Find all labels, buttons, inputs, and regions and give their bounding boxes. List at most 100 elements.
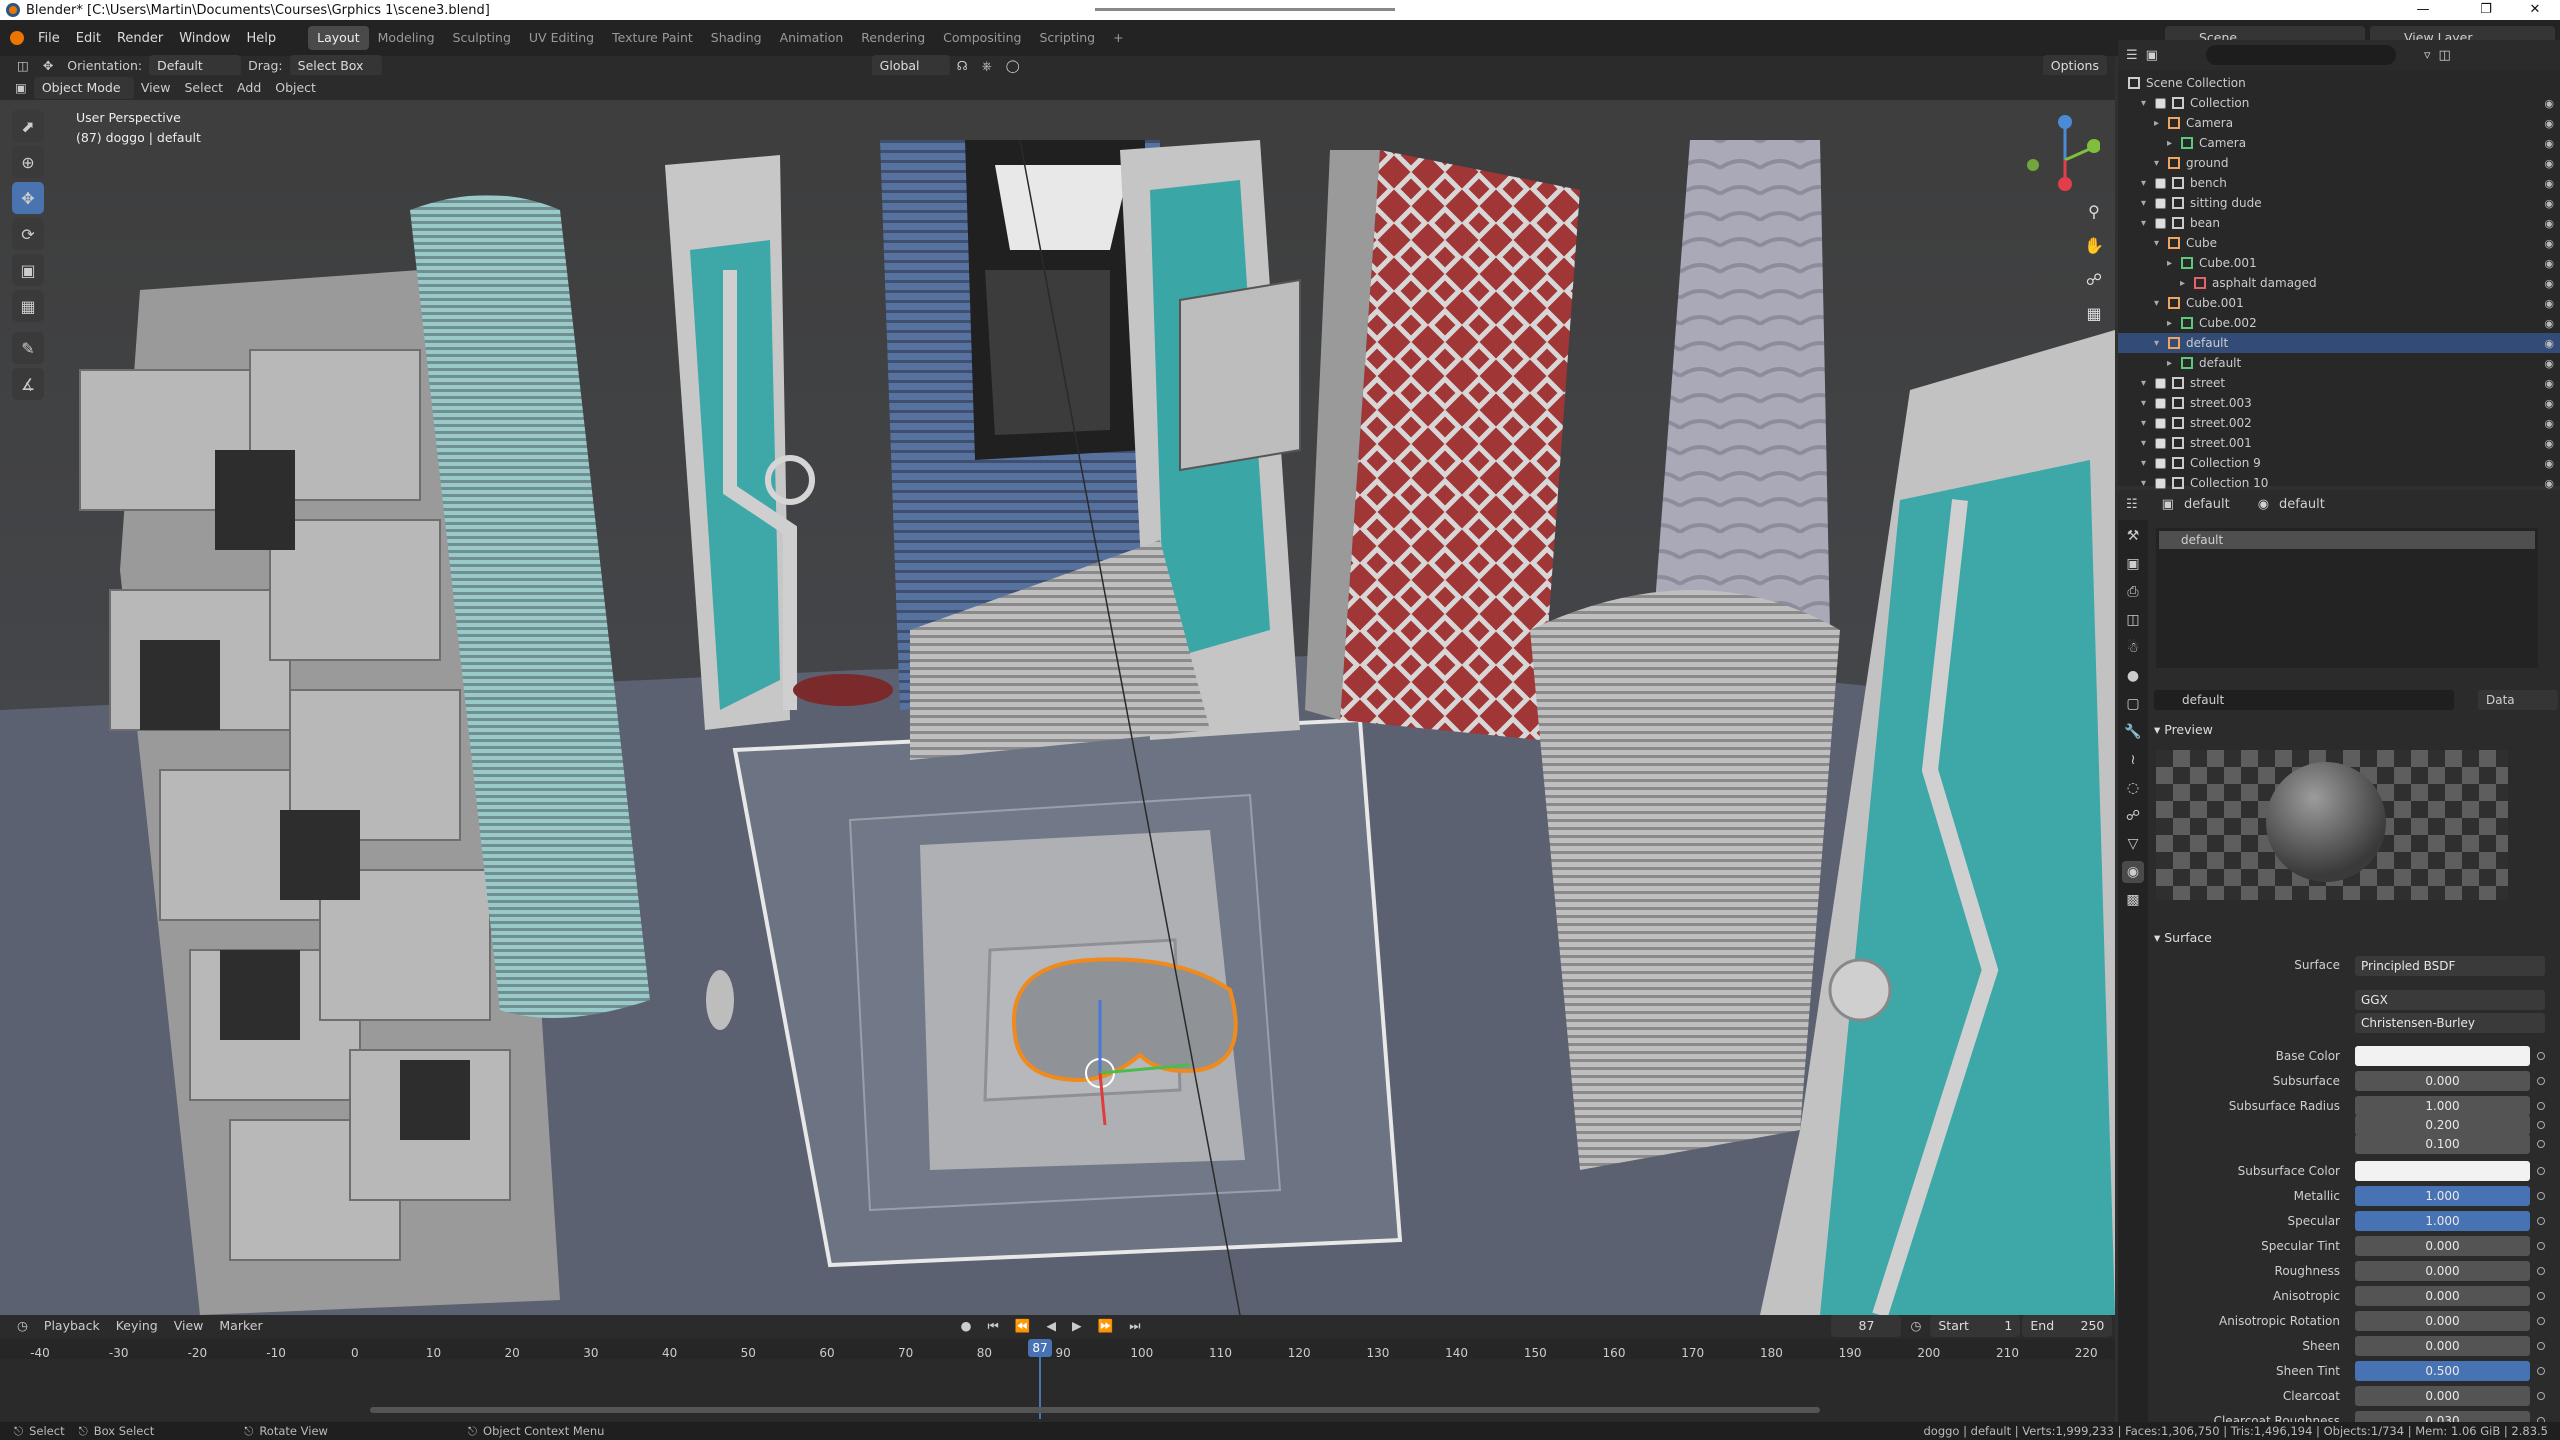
tab-scripting[interactable]: Scripting — [1031, 26, 1105, 50]
expand-toggle-icon[interactable]: ▾ — [2141, 438, 2151, 449]
zoom-icon[interactable]: ⚲ — [2080, 195, 2108, 229]
scale-tool-icon[interactable]: ▣ — [12, 254, 44, 286]
object-tab-icon[interactable]: ▢ — [2122, 693, 2144, 715]
select-tool-icon[interactable]: ⬈ — [12, 110, 44, 142]
expand-toggle-icon[interactable]: ▸ — [2180, 278, 2190, 289]
exclude-checkbox[interactable] — [2155, 397, 2166, 409]
expand-toggle-icon[interactable]: ▾ — [2154, 298, 2164, 309]
visibility-eye-icon[interactable]: ◉ — [2544, 377, 2554, 390]
visibility-eye-icon[interactable]: ◉ — [2544, 257, 2554, 270]
world-tab-icon[interactable]: ● — [2122, 665, 2144, 687]
outliner-row[interactable]: ▸ default ◉ — [2118, 353, 2560, 373]
visibility-eye-icon[interactable]: ◉ — [2544, 397, 2554, 410]
expand-toggle-icon[interactable]: ▾ — [2141, 178, 2151, 189]
outliner-row[interactable]: ▾ bench ◉ — [2118, 173, 2560, 193]
outliner-row[interactable]: ▾ street ◉ — [2118, 373, 2560, 393]
outliner-row[interactable]: ▾ Collection 9 ◉ — [2118, 453, 2560, 473]
property-field[interactable]: 0.200 — [2355, 1115, 2530, 1135]
outliner-row[interactable]: ▾ Cube ◉ — [2118, 233, 2560, 253]
socket-dot-icon[interactable] — [2537, 1342, 2545, 1350]
outliner-editor-icon[interactable]: ☰ — [2126, 48, 2138, 63]
play-reverse-icon[interactable]: ◀ — [1039, 1315, 1063, 1337]
expand-toggle-icon[interactable]: ▾ — [2141, 398, 2151, 409]
property-field[interactable] — [2355, 1046, 2530, 1066]
render-tab-icon[interactable]: ▣ — [2122, 553, 2144, 575]
playhead-frame-label[interactable]: 87 — [1028, 1339, 1052, 1357]
surface-section-header[interactable]: ▾ Surface — [2154, 930, 2212, 945]
tab-animation[interactable]: Animation — [771, 26, 853, 50]
tab-rendering[interactable]: Rendering — [852, 26, 934, 50]
socket-dot-icon[interactable] — [2537, 1317, 2545, 1325]
minimize-icon[interactable]: — — [2400, 0, 2446, 20]
outliner-row[interactable]: ▾ sitting dude ◉ — [2118, 193, 2560, 213]
cursor-tool-icon[interactable]: ⊕ — [12, 146, 44, 178]
next-keyframe-icon[interactable]: ⏩ — [1091, 1315, 1121, 1337]
view-layer-tab-icon[interactable]: ◫ — [2122, 609, 2144, 631]
socket-dot-icon[interactable] — [2537, 1267, 2545, 1275]
menu-object[interactable]: Object — [268, 77, 323, 99]
add-workspace-icon[interactable]: + — [1104, 26, 1132, 50]
visibility-eye-icon[interactable]: ◉ — [2544, 357, 2554, 370]
property-field[interactable]: 0.000 — [2355, 1286, 2530, 1306]
expand-toggle-icon[interactable]: ▾ — [2141, 458, 2151, 469]
tab-layout[interactable]: Layout — [308, 26, 369, 50]
tab-shading[interactable]: Shading — [702, 26, 771, 50]
physics-tab-icon[interactable]: ◌ — [2122, 777, 2144, 799]
drag-dropdown[interactable]: Select Box — [289, 55, 382, 77]
header-material-name[interactable]: default — [2279, 497, 2325, 512]
visibility-eye-icon[interactable]: ◉ — [2544, 237, 2554, 250]
header-object-name[interactable]: default — [2184, 497, 2230, 512]
material-slot-list[interactable]: default — [2156, 528, 2538, 668]
visibility-eye-icon[interactable]: ◉ — [2544, 457, 2554, 470]
measure-tool-icon[interactable]: ∡ — [12, 368, 44, 400]
visibility-eye-icon[interactable]: ◉ — [2544, 97, 2554, 110]
properties-editor-icon[interactable]: ☷ — [2126, 497, 2138, 512]
modifier-tab-icon[interactable]: 🔧 — [2122, 721, 2144, 743]
outliner-row[interactable]: ▸ Camera ◉ — [2118, 133, 2560, 153]
particles-tab-icon[interactable]: ≀ — [2122, 749, 2144, 771]
exclude-checkbox[interactable] — [2155, 417, 2166, 429]
current-frame-field[interactable]: 87 — [1831, 1315, 1902, 1337]
subsurface-method-dropdown[interactable]: Christensen-Burley — [2355, 1013, 2545, 1033]
options-dropdown[interactable]: Options — [2042, 55, 2107, 77]
exclude-checkbox[interactable] — [2155, 457, 2166, 469]
ortho-grid-icon[interactable]: ▦ — [2080, 297, 2108, 331]
socket-dot-icon[interactable] — [2537, 1392, 2545, 1400]
expand-toggle-icon[interactable]: ▾ — [2154, 338, 2164, 349]
visibility-eye-icon[interactable]: ◉ — [2544, 337, 2554, 350]
outliner-search-input[interactable] — [2205, 45, 2396, 65]
property-field[interactable]: 0.100 — [2355, 1134, 2530, 1154]
menu-timeline-view[interactable]: View — [167, 1315, 211, 1337]
menu-add[interactable]: Add — [230, 77, 268, 99]
expand-toggle-icon[interactable]: ▾ — [2154, 238, 2164, 249]
tool-tab-icon[interactable]: ⚒ — [2122, 525, 2144, 547]
display-mode-icon[interactable]: ▣ — [2146, 48, 2158, 63]
preview-range-icon[interactable]: ◷ — [1903, 1315, 1928, 1337]
title-drag-handle[interactable] — [1095, 8, 1395, 11]
outliner-row[interactable]: Scene Collection — [2118, 73, 2560, 93]
expand-toggle-icon[interactable]: ▾ — [2154, 158, 2164, 169]
menu-help[interactable]: Help — [239, 31, 285, 46]
output-tab-icon[interactable]: ⎙ — [2122, 581, 2144, 603]
socket-dot-icon[interactable] — [2537, 1140, 2545, 1148]
expand-toggle-icon[interactable]: ▾ — [2141, 98, 2151, 109]
exclude-checkbox[interactable] — [2155, 217, 2166, 229]
visibility-eye-icon[interactable]: ◉ — [2544, 117, 2554, 130]
property-field[interactable] — [2355, 1161, 2530, 1181]
exclude-checkbox[interactable] — [2155, 477, 2166, 489]
blender-menu-icon[interactable] — [10, 31, 24, 45]
socket-dot-icon[interactable] — [2537, 1167, 2545, 1175]
jump-end-icon[interactable]: ⏭ — [1122, 1315, 1147, 1337]
socket-dot-icon[interactable] — [2537, 1217, 2545, 1225]
start-frame-field[interactable]: Start 1 — [1930, 1315, 2021, 1337]
outliner-row[interactable]: ▾ ground ◉ — [2118, 153, 2560, 173]
move-tool-icon[interactable]: ✥ — [12, 182, 44, 214]
visibility-eye-icon[interactable]: ◉ — [2544, 217, 2554, 230]
proportional-edit-icon[interactable]: ◯ — [999, 55, 1027, 77]
outliner-row[interactable]: ▾ street.003 ◉ — [2118, 393, 2560, 413]
tab-compositing[interactable]: Compositing — [934, 26, 1030, 50]
record-icon[interactable]: ● — [954, 1315, 979, 1337]
outliner-row[interactable]: ▾ bean ◉ — [2118, 213, 2560, 233]
material-tab-icon[interactable]: ◉ — [2122, 861, 2144, 883]
mode-dropdown[interactable]: Object Mode — [33, 76, 134, 99]
